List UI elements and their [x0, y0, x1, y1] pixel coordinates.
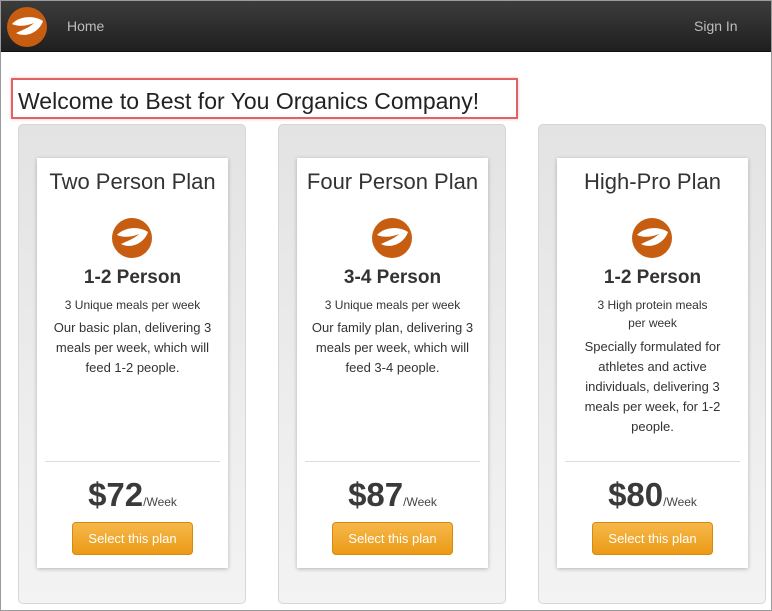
plan-card: Four Person Plan 3-4 Person 3 Unique mea… [297, 158, 488, 568]
plan-persons: 3-4 Person [343, 267, 442, 288]
plan-card: High-Pro Plan 1-2 Person 3 High protein … [557, 158, 748, 568]
plan-persons: 1-2 Person [603, 267, 702, 288]
plan-price: $80/Week [557, 476, 748, 514]
plan-price-amount: $72 [88, 476, 144, 513]
select-plan-button[interactable]: Select this plan [332, 522, 453, 555]
plan-name: High-Pro Plan [584, 169, 721, 194]
plan-persons: 1-2 Person [83, 267, 182, 288]
plan-price-amount: $87 [348, 476, 404, 513]
plan-column-high-pro: High-Pro Plan 1-2 Person 3 High protein … [538, 124, 766, 604]
plan-price-amount: $80 [608, 476, 664, 513]
leaf-logo-icon [112, 218, 152, 258]
select-plan-button[interactable]: Select this plan [592, 522, 713, 555]
plan-name: Four Person Plan [306, 169, 479, 194]
plan-price: $87/Week [297, 476, 488, 514]
leaf-logo-icon [372, 218, 412, 258]
plan-divider [45, 461, 220, 462]
top-navbar: Home Sign In [1, 1, 771, 52]
plan-price: $72/Week [37, 476, 228, 514]
plan-card: Two Person Plan 1-2 Person 3 Unique meal… [37, 158, 228, 568]
nav-home-link[interactable]: Home [67, 18, 104, 34]
leaf-logo-icon[interactable] [7, 7, 47, 47]
plan-column-four-person: Four Person Plan 3-4 Person 3 Unique mea… [278, 124, 506, 604]
plan-description: Our family plan, delivering 3 meals per … [311, 320, 474, 375]
nav-sign-in-link[interactable]: Sign In [694, 18, 738, 34]
plan-meals: 3 Unique meals per week [64, 298, 201, 312]
page-title: Welcome to Best for You Organics Company… [18, 88, 480, 114]
plan-column-two-person: Two Person Plan 1-2 Person 3 Unique meal… [18, 124, 246, 604]
plan-description: Our basic plan, delivering 3 meals per w… [53, 320, 212, 375]
plan-meals: 3 High protein meals per week [597, 298, 708, 330]
leaf-logo-icon [632, 218, 672, 258]
plan-meals: 3 Unique meals per week [324, 298, 461, 312]
plan-price-period: /Week [663, 495, 697, 509]
select-plan-button[interactable]: Select this plan [72, 522, 193, 555]
plan-price-period: /Week [403, 495, 437, 509]
plan-name: Two Person Plan [49, 169, 216, 194]
plan-description: Specially formulated for athletes and ac… [584, 339, 721, 434]
plan-price-period: /Week [143, 495, 177, 509]
plan-divider [565, 461, 740, 462]
plan-divider [305, 461, 480, 462]
